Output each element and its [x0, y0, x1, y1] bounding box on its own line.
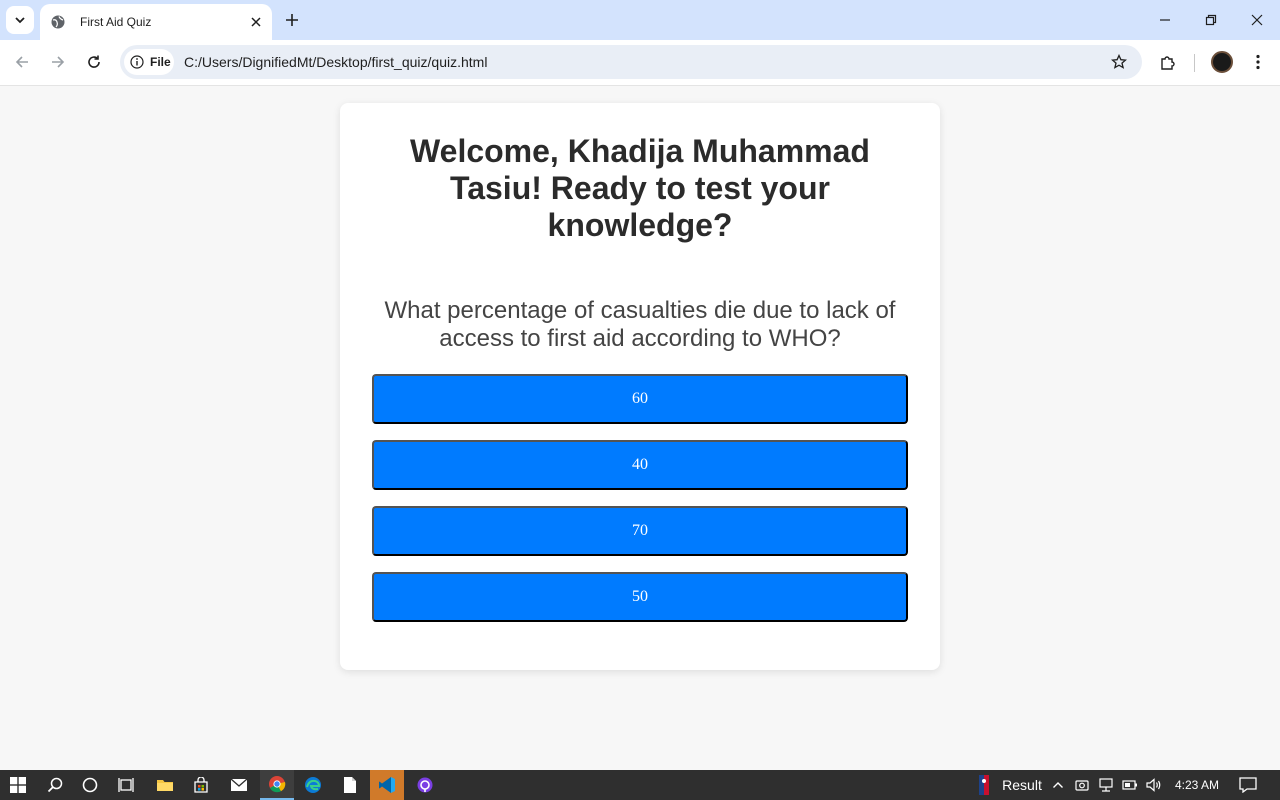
minimize-icon	[1160, 19, 1170, 21]
restore-button[interactable]	[1196, 6, 1226, 34]
edge-taskbar-icon[interactable]	[298, 770, 328, 800]
globe-icon	[50, 14, 66, 30]
network-icon	[1099, 778, 1113, 792]
clock-time: 4:23 AM	[1174, 778, 1220, 792]
quiz-card: Welcome, Khadija Muhammad Tasiu! Ready t…	[340, 103, 940, 670]
notepad-taskbar-icon[interactable]	[336, 770, 364, 800]
answer-button[interactable]: 70	[372, 506, 908, 556]
store-bag-icon	[194, 777, 208, 793]
notifications-button[interactable]	[1236, 770, 1260, 800]
network-tray-icon[interactable]	[1096, 770, 1116, 800]
browser-tab[interactable]: First Aid Quiz	[40, 4, 272, 40]
chrome-icon	[269, 776, 286, 793]
toolbar-divider	[1194, 54, 1195, 72]
chevron-down-icon	[15, 17, 25, 24]
vscode-icon	[379, 777, 395, 793]
windows-logo-icon	[10, 777, 26, 793]
github-icon	[417, 777, 433, 793]
mail-icon	[230, 778, 248, 791]
close-window-button[interactable]	[1242, 6, 1272, 34]
close-icon	[251, 17, 261, 27]
task-view-button[interactable]	[112, 770, 140, 800]
back-button[interactable]	[8, 48, 36, 76]
tab-title: First Aid Quiz	[80, 15, 152, 29]
cortana-button[interactable]	[76, 770, 104, 800]
reload-icon	[88, 55, 100, 68]
answer-button[interactable]: 60	[372, 374, 908, 424]
speaker-icon	[1146, 778, 1161, 792]
folder-icon	[157, 780, 173, 791]
taskbar-search-button[interactable]	[40, 770, 70, 800]
arrow-right-icon	[52, 56, 65, 68]
profile-avatar[interactable]	[1211, 51, 1233, 73]
close-tab-button[interactable]	[244, 10, 268, 34]
tray-overflow-button[interactable]	[1048, 770, 1068, 800]
puzzle-icon	[1161, 56, 1175, 70]
camera-tray-icon[interactable]	[1072, 770, 1092, 800]
nba-tray-icon[interactable]	[974, 770, 994, 800]
welcome-heading: Welcome, Khadija Muhammad Tasiu! Ready t…	[410, 133, 870, 243]
plus-icon	[286, 14, 298, 26]
page-viewport: Welcome, Khadija Muhammad Tasiu! Ready t…	[0, 87, 1280, 770]
close-icon	[1251, 14, 1263, 26]
chevron-up-icon	[1053, 782, 1063, 788]
reload-button[interactable]	[80, 48, 108, 76]
cortana-circle-icon	[82, 777, 98, 793]
info-icon	[130, 55, 144, 69]
more-vertical-icon	[1256, 54, 1260, 70]
clock[interactable]: 4:23 AM	[1170, 770, 1224, 800]
search-icon	[47, 777, 63, 793]
chrome-taskbar-icon[interactable]	[260, 770, 294, 800]
github-taskbar-icon[interactable]	[410, 770, 440, 800]
tab-search-button[interactable]	[6, 6, 34, 34]
restore-icon	[1205, 14, 1217, 26]
url-text: C:/Users/DignifiedMt/Desktop/first_quiz/…	[184, 54, 488, 70]
browser-tab-strip: First Aid Quiz	[0, 0, 1280, 40]
vscode-taskbar-icon[interactable]	[370, 770, 404, 800]
edge-icon	[305, 777, 321, 793]
arrow-left-icon	[15, 56, 28, 68]
question-text: What percentage of casualties die due to…	[384, 297, 896, 352]
document-icon	[344, 777, 356, 793]
answer-button[interactable]: 40	[372, 440, 908, 490]
tray-result-item[interactable]: Result	[998, 770, 1046, 800]
tray-result-label: Result	[1002, 777, 1042, 793]
browser-toolbar: File C:/Users/DignifiedMt/Desktop/first_…	[0, 40, 1280, 86]
notification-icon	[1239, 777, 1257, 793]
store-taskbar-icon[interactable]	[186, 770, 216, 800]
task-view-icon	[118, 778, 134, 792]
forward-button[interactable]	[44, 48, 72, 76]
extensions-button[interactable]	[1154, 48, 1182, 76]
minimize-button[interactable]	[1150, 6, 1180, 34]
battery-icon	[1122, 780, 1137, 790]
windows-taskbar: Result 4:23 AM	[0, 770, 1280, 800]
star-icon	[1111, 54, 1127, 69]
new-tab-button[interactable]	[280, 6, 304, 34]
file-explorer-taskbar-icon[interactable]	[150, 770, 180, 800]
volume-tray-icon[interactable]	[1144, 770, 1164, 800]
answer-button[interactable]: 50	[372, 572, 908, 622]
battery-tray-icon[interactable]	[1120, 770, 1140, 800]
nba-logo-icon	[979, 775, 989, 795]
file-label: File	[150, 55, 171, 69]
address-bar[interactable]: File C:/Users/DignifiedMt/Desktop/first_…	[120, 45, 1142, 79]
menu-button[interactable]	[1244, 48, 1272, 76]
site-info-chip[interactable]: File	[124, 49, 174, 75]
bookmark-button[interactable]	[1108, 51, 1130, 73]
camera-icon	[1075, 780, 1089, 791]
start-button[interactable]	[4, 770, 32, 800]
mail-taskbar-icon[interactable]	[224, 770, 254, 800]
